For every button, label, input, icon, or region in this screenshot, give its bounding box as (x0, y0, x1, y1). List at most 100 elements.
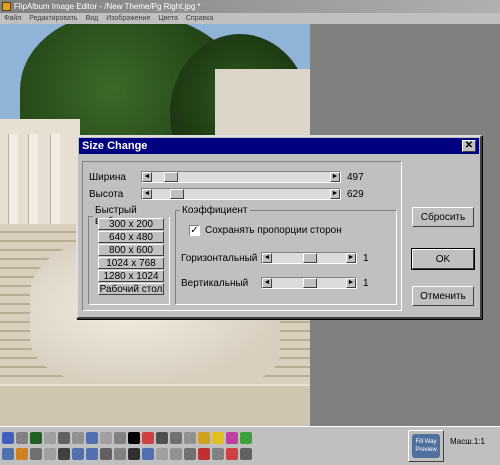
chevron-right-icon[interactable]: ► (346, 253, 356, 263)
copy-icon[interactable] (44, 432, 56, 444)
tool-palette: Fill Way Preview Масш.1:1 (0, 426, 500, 465)
horizontal-value: 1 (363, 252, 369, 264)
vertical-slider-thumb[interactable] (303, 278, 317, 288)
cut-icon[interactable] (58, 448, 70, 460)
layers-icon[interactable] (170, 448, 182, 460)
app-title: FlipAlbum Image Editor - /New Theme/Pg R… (14, 2, 201, 11)
chevron-left-icon[interactable]: ◄ (262, 278, 272, 288)
vertical-value: 1 (363, 277, 369, 289)
menu-bar: Файл Редактировать Вид Изображение Цвета… (0, 13, 500, 24)
redeye-icon[interactable] (198, 448, 210, 460)
photo-column (8, 134, 18, 234)
histogram-icon[interactable] (184, 448, 196, 460)
tool-row-1 (2, 432, 252, 444)
fill-way-label: Fill Way Preview (412, 434, 440, 458)
menu-help[interactable]: Справка (186, 13, 213, 24)
fill-way-button[interactable]: Fill Way Preview (408, 430, 444, 462)
close-icon[interactable]: ✕ (462, 140, 476, 152)
width-slider[interactable]: ◄ ► (141, 171, 341, 183)
brightness-icon[interactable] (156, 432, 168, 444)
print-icon[interactable] (16, 448, 28, 460)
keep-ratio-label: Сохранять пропорции сторон (205, 225, 342, 236)
photo-column (50, 134, 60, 234)
width-value: 497 (347, 171, 364, 183)
save-icon[interactable] (2, 448, 14, 460)
chevron-left-icon[interactable]: ◄ (142, 172, 152, 182)
zoom-icon[interactable] (86, 432, 98, 444)
rotate-icon[interactable] (114, 432, 126, 444)
width-row: Ширина ◄ ► 497 (89, 170, 364, 184)
cancel-button[interactable]: Отменить (412, 286, 474, 306)
text-icon[interactable] (128, 432, 140, 444)
chevron-right-icon[interactable]: ► (346, 278, 356, 288)
horizontal-slider[interactable]: ◄ ► (261, 252, 357, 264)
checkmark-icon[interactable]: ✓ (189, 225, 200, 236)
preset-300x200-button[interactable]: 300 x 200 (98, 218, 164, 230)
chevron-left-icon[interactable]: ◄ (142, 189, 152, 199)
dialog-titlebar: Size Change (79, 138, 479, 154)
chevron-right-icon[interactable]: ► (330, 172, 340, 182)
height-row: Высота ◄ ► 629 (89, 187, 364, 201)
zoom-out-icon[interactable] (86, 448, 98, 460)
resize-icon[interactable] (142, 448, 154, 460)
new-icon[interactable] (2, 432, 14, 444)
redo-icon[interactable] (30, 448, 42, 460)
brush-icon[interactable] (128, 448, 140, 460)
paste-icon[interactable] (44, 448, 56, 460)
chevron-left-icon[interactable]: ◄ (262, 253, 272, 263)
width-slider-thumb[interactable] (164, 172, 178, 182)
vertical-label: Вертикальный (181, 277, 249, 289)
size-change-dialog: Size Change ✕ Ширина ◄ ► 497 Высота ◄ ► … (76, 135, 482, 319)
keep-ratio-checkbox[interactable]: ✓ Сохранять пропорции сторон (189, 225, 342, 236)
zoom-in-icon[interactable] (72, 448, 84, 460)
vertical-slider[interactable]: ◄ ► (261, 277, 357, 289)
saturation-icon[interactable] (226, 448, 238, 460)
effects-icon[interactable] (198, 432, 210, 444)
palette-icon[interactable] (226, 432, 238, 444)
zoom-level: Масш.1:1 (450, 437, 485, 446)
filter-icon[interactable] (156, 448, 168, 460)
reset-button[interactable]: Сбросить (412, 207, 474, 227)
dialog-title: Size Change (82, 140, 148, 152)
hue-icon[interactable] (240, 432, 252, 444)
chevron-right-icon[interactable]: ► (330, 189, 340, 199)
preset-800x600-button[interactable]: 800 x 600 (98, 244, 164, 256)
gamma-icon[interactable] (212, 448, 224, 460)
preset-desktop-button[interactable]: Рабочий стол (98, 283, 164, 295)
color-icon[interactable] (142, 432, 154, 444)
app-titlebar: FlipAlbum Image Editor - /New Theme/Pg R… (0, 0, 500, 13)
sun-icon[interactable] (212, 432, 224, 444)
menu-view[interactable]: Вид (86, 13, 99, 24)
menu-edit[interactable]: Редактировать (29, 13, 77, 24)
sharpen-icon[interactable] (100, 448, 112, 460)
contrast-icon[interactable] (170, 432, 182, 444)
horizontal-label: Горизонтальный (181, 252, 258, 264)
height-value: 629 (347, 188, 364, 200)
preset-1024x768-button[interactable]: 1024 x 768 (98, 257, 164, 269)
vertical-row: Вертикальный ◄ ► 1 (181, 276, 369, 290)
preset-640x480-button[interactable]: 640 x 480 (98, 231, 164, 243)
preset-1280x1024-button[interactable]: 1280 x 1024 (98, 270, 164, 282)
select-icon[interactable] (72, 432, 84, 444)
settings-panel: Ширина ◄ ► 497 Высота ◄ ► 629 Быстрый вы… (82, 161, 402, 311)
height-slider-thumb[interactable] (170, 189, 184, 199)
flip-icon[interactable] (100, 432, 112, 444)
ok-button[interactable]: OK (411, 248, 475, 270)
frame-icon[interactable] (184, 432, 196, 444)
app-icon (2, 2, 11, 11)
undo-icon[interactable] (30, 432, 42, 444)
menu-colors[interactable]: Цвета (158, 13, 178, 24)
tool-row-2 (2, 448, 252, 460)
pen-icon[interactable] (114, 448, 126, 460)
height-label: Высота (89, 188, 124, 200)
menu-image[interactable]: Изображение (106, 13, 150, 24)
crop-icon[interactable] (58, 432, 70, 444)
open-icon[interactable] (16, 432, 28, 444)
mask-icon[interactable] (240, 448, 252, 460)
menu-file[interactable]: Файл (4, 13, 21, 24)
photo-pedestal (0, 384, 310, 426)
horizontal-row: Горизонтальный ◄ ► 1 (181, 251, 369, 265)
photo-column (28, 134, 38, 234)
horizontal-slider-thumb[interactable] (303, 253, 317, 263)
height-slider[interactable]: ◄ ► (141, 188, 341, 200)
